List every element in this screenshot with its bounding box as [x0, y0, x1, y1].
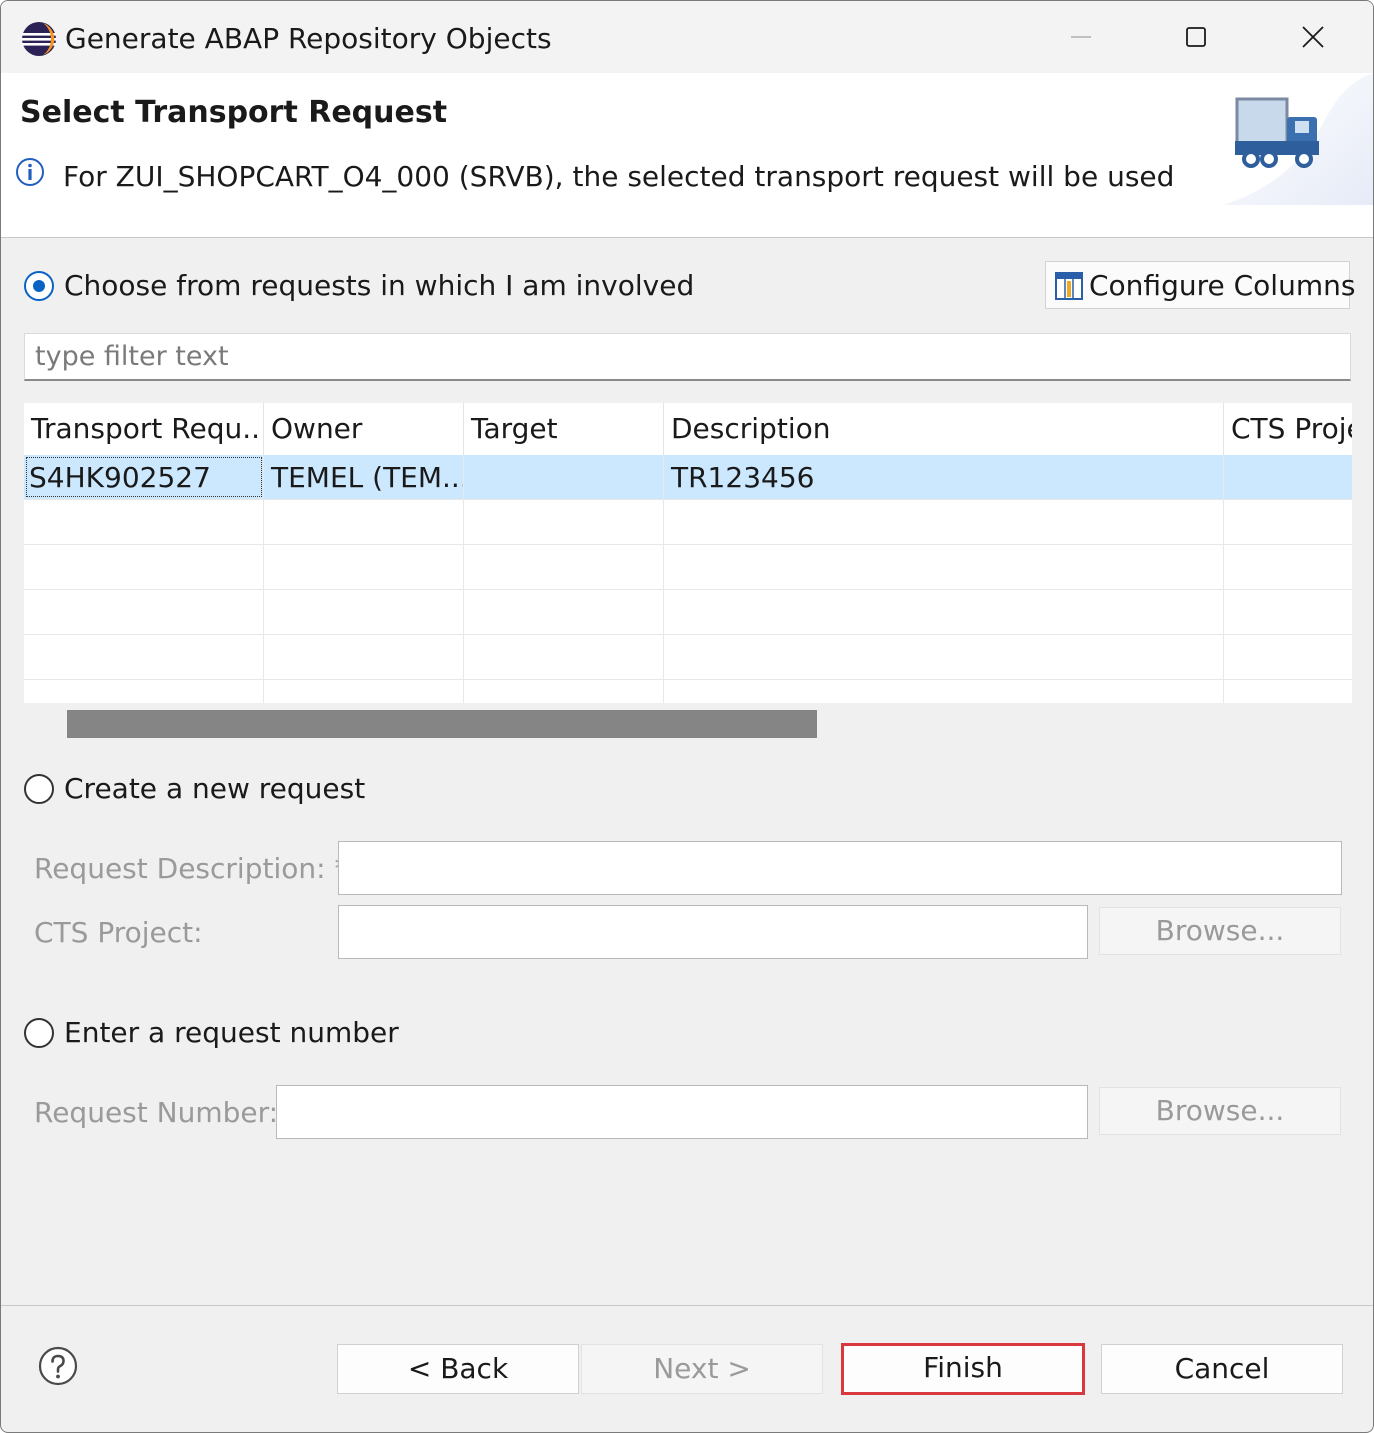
empty-cell	[464, 680, 664, 703]
column-header-target[interactable]: Target	[464, 403, 664, 455]
cts-project-label: CTS Project:	[34, 916, 203, 949]
request-number-label: Request Number:	[34, 1096, 279, 1129]
empty-cell	[264, 545, 464, 589]
configure-columns-button[interactable]: Configure Columns	[1045, 261, 1355, 309]
empty-table-row	[24, 545, 1352, 590]
cell-owner: TEMEL (TEM...	[264, 455, 464, 499]
empty-cell	[664, 680, 1224, 703]
empty-cell	[464, 590, 664, 634]
empty-cell	[24, 680, 264, 703]
cell-transport-request: S4HK902527	[24, 455, 264, 499]
window-title: Generate ABAP Repository Objects	[65, 22, 552, 55]
empty-cell	[464, 545, 664, 589]
cell-cts-project	[1224, 455, 1352, 499]
empty-cell	[24, 545, 264, 589]
maximize-button[interactable]	[1156, 7, 1236, 67]
column-header-description[interactable]: Description	[664, 403, 1224, 455]
cts-browse-button[interactable]: Browse...	[1099, 907, 1341, 955]
wizard-header: Select Transport Request For ZUI_SHOPCAR…	[1, 73, 1373, 238]
configure-columns-label: Configure Columns	[1089, 269, 1356, 302]
transport-request-table: Transport Requ... Owner Target Descripti…	[24, 403, 1352, 703]
filter-input[interactable]	[24, 333, 1351, 381]
empty-cell	[664, 590, 1224, 634]
choose-existing-radio[interactable]	[24, 271, 54, 301]
maximize-icon	[1186, 27, 1206, 47]
close-icon	[1302, 26, 1324, 48]
request-description-label: Request Description: *	[34, 852, 349, 885]
empty-table-row	[24, 500, 1352, 545]
empty-cell	[24, 500, 264, 544]
eclipse-app-icon	[22, 22, 56, 56]
enter-number-label[interactable]: Enter a request number	[64, 1013, 399, 1053]
empty-cell	[464, 635, 664, 679]
request-description-field[interactable]	[338, 841, 1342, 895]
empty-cell	[264, 590, 464, 634]
request-number-browse-button[interactable]: Browse...	[1099, 1087, 1341, 1135]
column-header-owner[interactable]: Owner	[264, 403, 464, 455]
dialog-window: Generate ABAP Repository Objects Select …	[0, 0, 1374, 1433]
close-button[interactable]	[1273, 7, 1353, 67]
help-icon[interactable]	[38, 1346, 78, 1386]
title-bar: Generate ABAP Repository Objects	[1, 1, 1373, 73]
empty-cell	[264, 500, 464, 544]
empty-cell	[264, 635, 464, 679]
empty-cell	[24, 635, 264, 679]
choose-existing-label[interactable]: Choose from requests in which I am invol…	[64, 266, 694, 306]
column-header-cts-project[interactable]: CTS Proje	[1224, 403, 1352, 455]
empty-cell	[664, 545, 1224, 589]
configure-columns-icon	[1055, 272, 1083, 300]
empty-cell	[264, 680, 464, 703]
page-title: Select Transport Request	[20, 95, 448, 130]
minimize-icon	[1071, 36, 1091, 38]
column-header-transport-request[interactable]: Transport Requ...	[24, 403, 264, 455]
table-row[interactable]: S4HK902527 TEMEL (TEM... TR123456	[24, 455, 1352, 500]
finish-button[interactable]: Finish	[841, 1343, 1085, 1395]
cell-description: TR123456	[664, 455, 1224, 499]
empty-table-row	[24, 590, 1352, 635]
enter-number-radio[interactable]	[24, 1018, 54, 1048]
empty-cell	[664, 635, 1224, 679]
empty-table-row	[24, 635, 1352, 680]
back-button[interactable]: < Back	[337, 1344, 579, 1394]
request-number-field[interactable]	[276, 1085, 1088, 1139]
create-new-radio[interactable]	[24, 774, 54, 804]
empty-table-row	[24, 680, 1352, 703]
empty-cell	[24, 590, 264, 634]
horizontal-scrollbar-thumb[interactable]	[67, 710, 817, 738]
empty-cell	[464, 500, 664, 544]
cts-project-field[interactable]	[338, 905, 1088, 959]
info-icon	[16, 158, 44, 186]
cancel-button[interactable]: Cancel	[1101, 1344, 1343, 1394]
cell-target	[464, 455, 664, 499]
transport-truck-icon	[1223, 73, 1373, 205]
create-new-label[interactable]: Create a new request	[64, 769, 365, 809]
empty-cell	[664, 500, 1224, 544]
next-button[interactable]: Next >	[581, 1344, 823, 1394]
minimize-button[interactable]	[1041, 7, 1121, 67]
footer-divider	[1, 1305, 1373, 1306]
header-message: For ZUI_SHOPCART_O4_000 (SRVB), the sele…	[63, 160, 1175, 193]
